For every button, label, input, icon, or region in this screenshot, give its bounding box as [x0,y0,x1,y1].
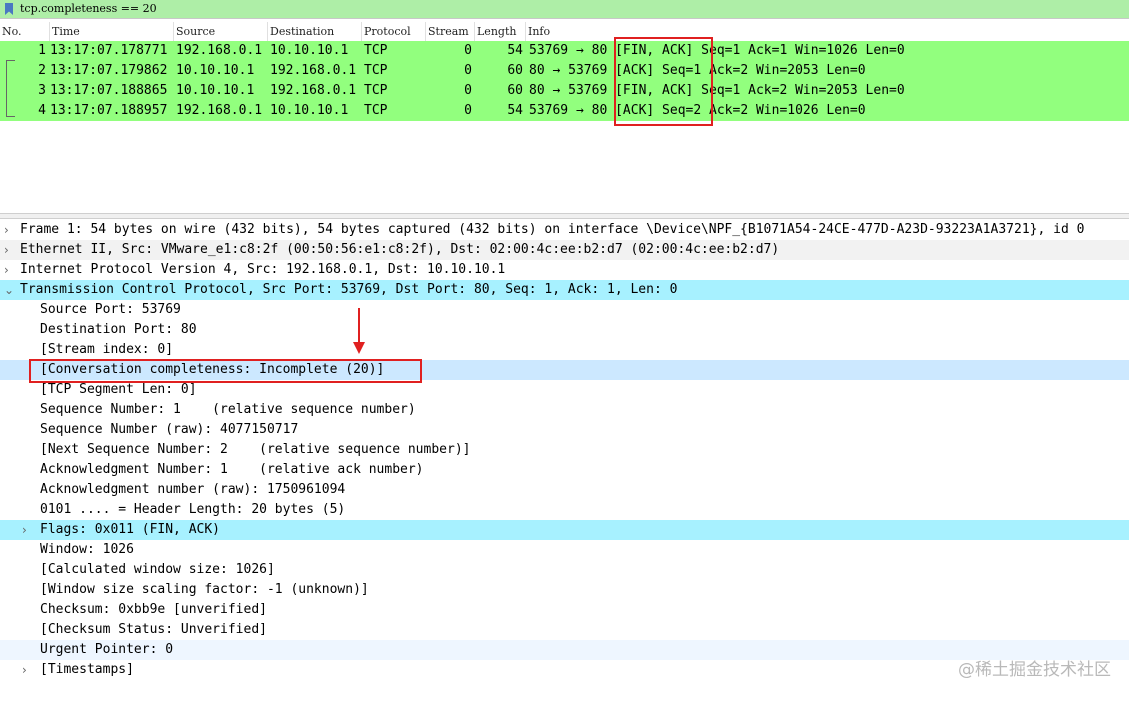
packet-destination: 10.10.10.1 [270,103,349,118]
tree-item-label: Transmission Control Protocol, Src Port:… [20,282,678,297]
packet-source: 192.168.0.1 [176,43,263,58]
tree-field-next-sequence-number[interactable]: [Next Sequence Number: 2 (relative seque… [0,440,1129,460]
tree-item-tcp[interactable]: ⌄ Transmission Control Protocol, Src Por… [0,280,1129,300]
packet-destination: 192.168.0.1 [270,63,357,78]
packet-protocol: TCP [364,63,388,78]
column-header-stream[interactable]: Stream [426,22,475,41]
packet-time: 13:17:07.188865 [50,83,168,98]
bookmark-icon[interactable] [4,3,14,15]
tree-field-sequence-number[interactable]: Sequence Number: 1 (relative sequence nu… [0,400,1129,420]
tree-item-ip[interactable]: › Internet Protocol Version 4, Src: 192.… [0,260,1129,280]
tree-field-sequence-number-raw[interactable]: Sequence Number (raw): 4077150717 [0,420,1129,440]
tree-field-label: [Next Sequence Number: 2 (relative seque… [40,442,471,457]
expand-arrow-icon[interactable]: › [22,660,32,680]
tree-item-frame[interactable]: › Frame 1: 54 bytes on wire (432 bits), … [0,220,1129,240]
packet-time: 13:17:07.188957 [50,103,168,118]
tree-field-label: [Calculated window size: 1026] [40,562,275,577]
packet-source: 10.10.10.1 [176,83,255,98]
packet-time: 13:17:07.179862 [50,63,168,78]
packet-stream: 0 [464,63,472,78]
tree-field-stream-index[interactable]: [Stream index: 0] [0,340,1129,360]
tree-field-destination-port[interactable]: Destination Port: 80 [0,320,1129,340]
tree-field-label: Acknowledgment number (raw): 1750961094 [40,482,346,497]
packet-info: 53769 → 80 [FIN, ACK] Seq=1 Ack=1 Win=10… [529,43,905,58]
packet-row[interactable]: 3 13:17:07.188865 10.10.10.1 192.168.0.1… [0,81,1129,101]
annotation-box-flags [614,37,713,126]
column-header-source[interactable]: Source [174,22,268,41]
packet-row[interactable]: 1 13:17:07.178771 192.168.0.1 10.10.10.1… [0,41,1129,61]
packet-protocol: TCP [364,103,388,118]
column-header-destination[interactable]: Destination [268,22,362,41]
packet-length: 60 [507,83,523,98]
packet-protocol: TCP [364,43,388,58]
tree-field-label: Urgent Pointer: 0 [40,642,174,657]
tree-field-label: Destination Port: 80 [40,322,197,337]
packet-length: 54 [507,43,523,58]
tree-field-header-length[interactable]: 0101 .... = Header Length: 20 bytes (5) [0,500,1129,520]
column-header-length[interactable]: Length [475,22,526,41]
packet-length: 60 [507,63,523,78]
packet-source: 10.10.10.1 [176,63,255,78]
tree-field-ack-number-raw[interactable]: Acknowledgment number (raw): 1750961094 [0,480,1129,500]
tree-item-label: Internet Protocol Version 4, Src: 192.16… [20,262,506,277]
tree-field-checksum[interactable]: Checksum: 0xbb9e [unverified] [0,600,1129,620]
tree-item-ethernet[interactable]: › Ethernet II, Src: VMware_e1:c8:2f (00:… [0,240,1129,260]
column-header-no[interactable]: No. [0,22,50,41]
packet-source: 192.168.0.1 [176,103,263,118]
tree-field-label: [Stream index: 0] [40,342,174,357]
annotation-box-completeness [29,359,422,383]
tree-field-label: [TCP Segment Len: 0] [40,382,197,397]
tree-field-label: Sequence Number (raw): 4077150717 [40,422,299,437]
tree-field-label: Flags: 0x011 (FIN, ACK) [40,522,221,537]
collapse-arrow-icon[interactable]: ⌄ [4,280,14,300]
expand-arrow-icon[interactable]: › [4,220,14,240]
packet-length: 54 [507,103,523,118]
packet-row[interactable]: 2 13:17:07.179862 10.10.10.1 192.168.0.1… [0,61,1129,81]
watermark: @稀土掘金技术社区 [958,660,1111,680]
tree-field-label: Source Port: 53769 [40,302,181,317]
tree-field-window[interactable]: Window: 1026 [0,540,1129,560]
tree-field-source-port[interactable]: Source Port: 53769 [0,300,1129,320]
tree-field-label: 0101 .... = Header Length: 20 bytes (5) [40,502,346,517]
tree-field-segment-len[interactable]: [TCP Segment Len: 0] [0,380,1129,400]
conversation-bracket [6,60,15,117]
column-header-protocol[interactable]: Protocol [362,22,426,41]
tree-field-label: [Timestamps] [40,662,134,677]
tree-field-window-scaling-factor[interactable]: [Window size scaling factor: -1 (unknown… [0,580,1129,600]
display-filter-bar[interactable]: tcp.completeness == 20 [0,0,1129,19]
tree-field-label: Window: 1026 [40,542,134,557]
packet-no: 1 [38,43,46,58]
tree-field-label: Acknowledgment Number: 1 (relative ack n… [40,462,424,477]
pane-splitter[interactable] [0,213,1129,219]
packet-row[interactable]: 4 13:17:07.188957 192.168.0.1 10.10.10.1… [0,101,1129,121]
annotation-arrow-icon [353,308,365,354]
tree-field-label: Sequence Number: 1 (relative sequence nu… [40,402,416,417]
tree-field-checksum-status[interactable]: [Checksum Status: Unverified] [0,620,1129,640]
tree-item-flags[interactable]: › Flags: 0x011 (FIN, ACK) [0,520,1129,540]
filter-expression[interactable]: tcp.completeness == 20 [20,1,157,17]
expand-arrow-icon[interactable]: › [4,240,14,260]
packet-list-header: No. Time Source Destination Protocol Str… [0,22,1129,42]
packet-destination: 192.168.0.1 [270,83,357,98]
tree-field-label: Checksum: 0xbb9e [unverified] [40,602,267,617]
packet-info: 80 → 53769 [FIN, ACK] Seq=1 Ack=2 Win=20… [529,83,905,98]
packet-destination: 10.10.10.1 [270,43,349,58]
packet-stream: 0 [464,103,472,118]
tree-item-label: Frame 1: 54 bytes on wire (432 bits), 54… [20,222,1085,237]
packet-stream: 0 [464,43,472,58]
column-header-time[interactable]: Time [50,22,174,41]
packet-time: 13:17:07.178771 [50,43,168,58]
packet-protocol: TCP [364,83,388,98]
packet-stream: 0 [464,83,472,98]
tree-field-ack-number[interactable]: Acknowledgment Number: 1 (relative ack n… [0,460,1129,480]
tree-field-label: [Window size scaling factor: -1 (unknown… [40,582,369,597]
expand-arrow-icon[interactable]: › [4,260,14,280]
tree-field-label: [Checksum Status: Unverified] [40,622,267,637]
tree-field-calculated-window-size[interactable]: [Calculated window size: 1026] [0,560,1129,580]
expand-arrow-icon[interactable]: › [22,520,32,540]
tree-item-label: Ethernet II, Src: VMware_e1:c8:2f (00:50… [20,242,780,257]
